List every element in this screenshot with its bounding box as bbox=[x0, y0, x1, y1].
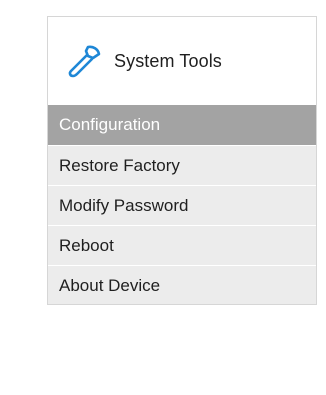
menu-item-restore-factory[interactable]: Restore Factory bbox=[48, 145, 316, 185]
menu-item-about-device[interactable]: About Device bbox=[48, 265, 316, 305]
panel-title: System Tools bbox=[114, 50, 222, 71]
panel-header: System Tools bbox=[48, 17, 316, 105]
system-tools-panel: System Tools Configuration Restore Facto… bbox=[47, 16, 317, 305]
system-tools-menu: Configuration Restore Factory Modify Pas… bbox=[48, 105, 316, 305]
menu-item-configuration[interactable]: Configuration bbox=[48, 105, 316, 145]
menu-item-reboot[interactable]: Reboot bbox=[48, 225, 316, 265]
wrench-icon bbox=[66, 43, 102, 79]
menu-item-modify-password[interactable]: Modify Password bbox=[48, 185, 316, 225]
